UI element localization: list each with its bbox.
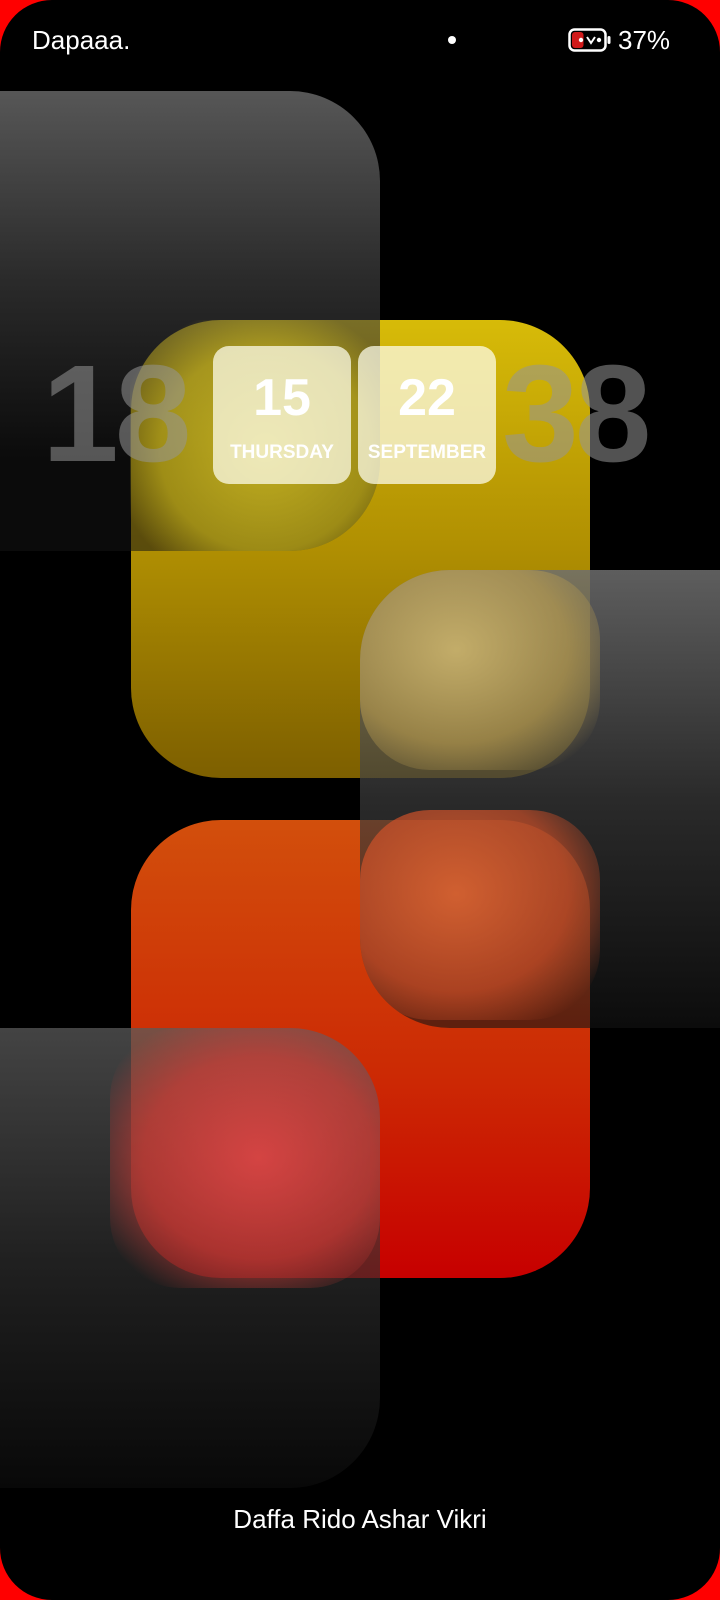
carrier-name: Dapaaa. <box>32 25 131 55</box>
weekday-label: THURSDAY <box>230 442 334 463</box>
date-card-day: 15 THURSDAY <box>213 346 351 484</box>
lock-screen: Dapaaa. 37% 18 38 15 THURSDAY 22 SEPTEMB… <box>0 0 720 1600</box>
battery-icon <box>568 28 611 52</box>
month-label: SEPTEMBER <box>367 442 487 463</box>
dot-icon <box>448 36 456 44</box>
owner-info: Daffa Rido Ashar Vikri <box>233 1504 487 1534</box>
clock-minute: 38 <box>502 337 651 491</box>
month-number: 22 <box>398 369 456 427</box>
wallpaper-glass-tile-bottom <box>0 1028 380 1488</box>
wallpaper-glass-tint <box>110 1028 380 1288</box>
wallpaper-glass-tile-middle <box>360 570 720 1028</box>
wallpaper-glass-tint <box>360 570 600 770</box>
clock-hour: 18 <box>42 337 191 491</box>
day-number: 15 <box>253 369 311 427</box>
status-bar: Dapaaa. 37% <box>0 0 720 80</box>
wallpaper-glass-tint <box>360 810 600 1020</box>
battery-percentage: 37% <box>618 25 671 55</box>
date-card-month: 22 SEPTEMBER <box>358 346 496 484</box>
